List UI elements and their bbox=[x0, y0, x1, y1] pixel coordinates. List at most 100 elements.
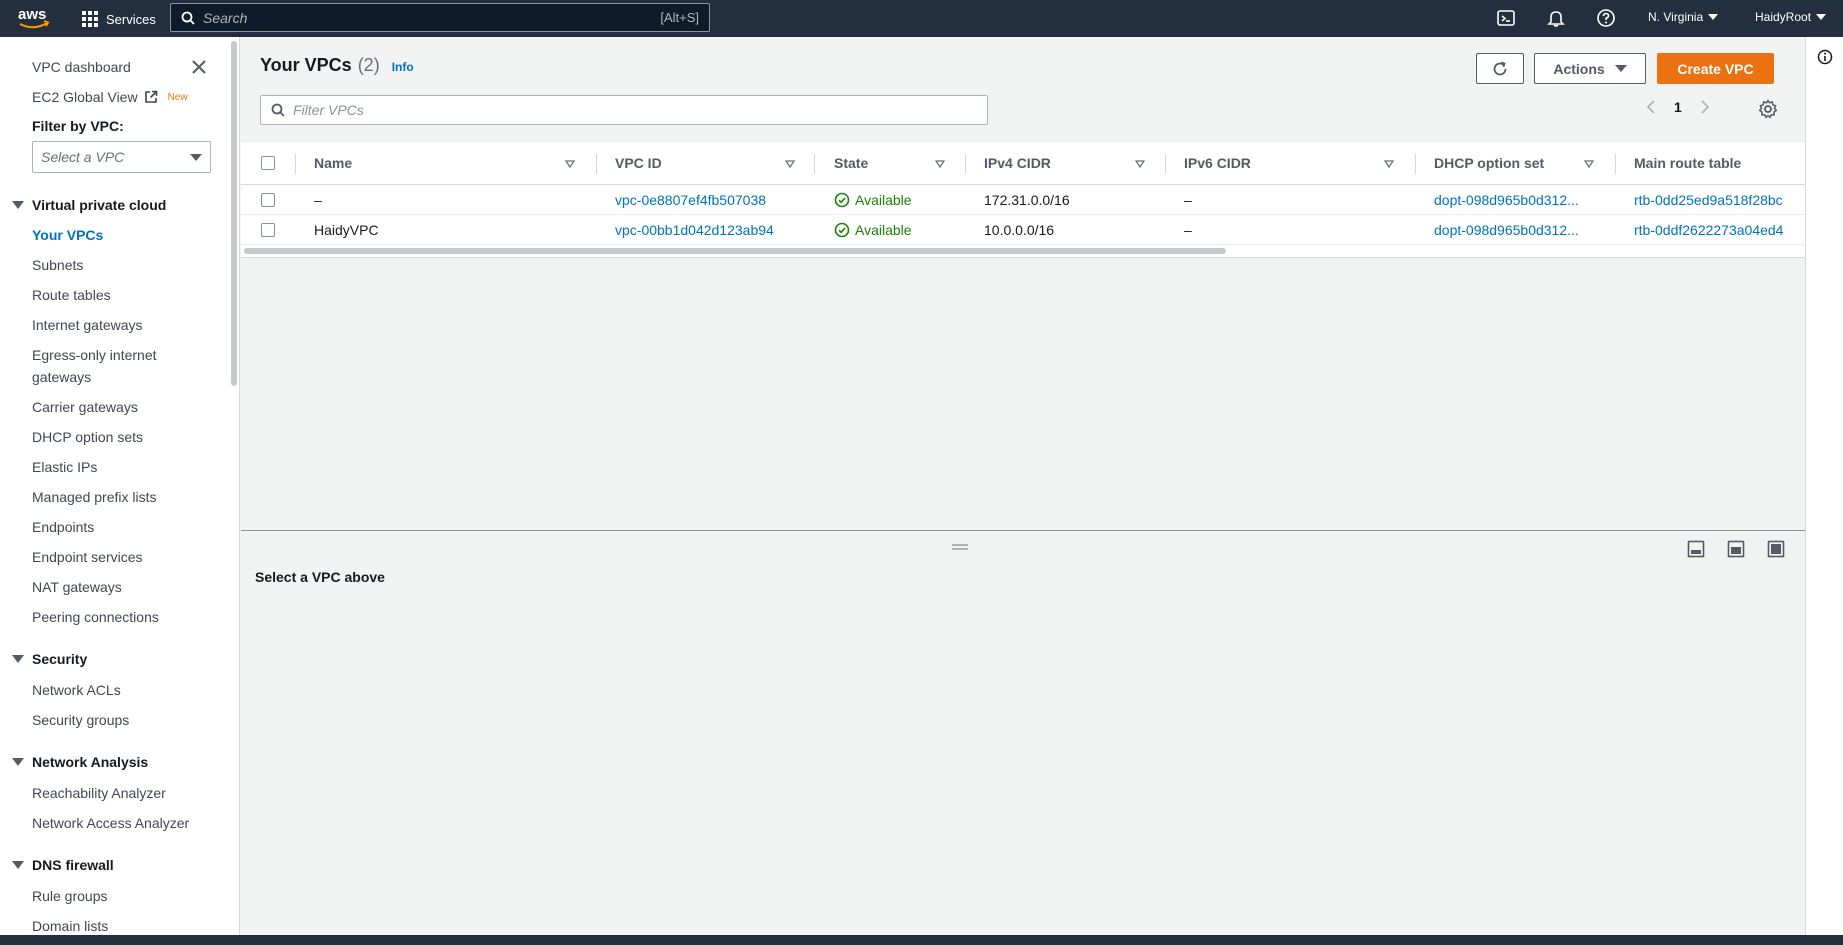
sort-icon[interactable] bbox=[1384, 160, 1394, 168]
vpc-count: (2) bbox=[357, 55, 380, 75]
sidebar-item-dhcp-option-sets[interactable]: DHCP option sets bbox=[32, 429, 143, 445]
column-header-state[interactable]: State bbox=[834, 142, 868, 184]
table-row[interactable]: HaidyVPC vpc-00bb1d042d123ab94 Available… bbox=[241, 215, 1805, 245]
table-row[interactable]: – vpc-0e8807ef4fb507038 Available 172.31… bbox=[241, 185, 1805, 215]
column-divider bbox=[596, 154, 597, 174]
row-checkbox[interactable] bbox=[261, 192, 275, 207]
caret-down-icon bbox=[12, 655, 24, 663]
sort-icon[interactable] bbox=[785, 160, 795, 168]
global-search[interactable]: [Alt+S] bbox=[170, 3, 710, 32]
column-header-main-route-table[interactable]: Main route table bbox=[1634, 142, 1741, 184]
sidebar-item-reachability-analyzer[interactable]: Reachability Analyzer bbox=[32, 785, 166, 801]
panel-bottom-icon[interactable] bbox=[1687, 540, 1705, 558]
sidebar-item-nat-gateways[interactable]: NAT gateways bbox=[32, 579, 122, 595]
help-icon[interactable] bbox=[1596, 8, 1616, 28]
sidebar-item-managed-prefix-lists[interactable]: Managed prefix lists bbox=[32, 489, 157, 505]
sidebar-item-your-vpcs[interactable]: Your VPCs bbox=[32, 227, 103, 243]
column-divider bbox=[965, 154, 966, 174]
section-dns-firewall[interactable]: DNS firewall bbox=[12, 857, 114, 873]
cloudshell-icon[interactable] bbox=[1496, 8, 1516, 28]
column-header-dhcp-option-set[interactable]: DHCP option set bbox=[1434, 142, 1544, 184]
panel-side-icon[interactable] bbox=[1727, 540, 1745, 558]
chevron-left-icon[interactable] bbox=[1646, 100, 1656, 114]
search-shortcut: [Alt+S] bbox=[660, 10, 699, 25]
gear-icon[interactable] bbox=[1758, 99, 1780, 121]
top-navigation: aws Services [Alt+S] N. Virginia bbox=[0, 0, 1843, 37]
state-label: Available bbox=[855, 191, 912, 208]
caret-down-icon bbox=[12, 758, 24, 766]
search-icon bbox=[181, 11, 195, 25]
sort-icon[interactable] bbox=[1584, 160, 1594, 168]
vpc-filter-input[interactable] bbox=[293, 102, 977, 118]
account-menu[interactable]: HaidyRoot bbox=[1755, 10, 1827, 24]
info-icon[interactable] bbox=[1817, 49, 1833, 65]
sidebar-item-vpc-dashboard[interactable]: VPC dashboard bbox=[32, 59, 131, 75]
column-header-ipv4-cidr[interactable]: IPv4 CIDR bbox=[984, 142, 1051, 184]
page-number[interactable]: 1 bbox=[1674, 99, 1682, 115]
sidebar-item-peering-connections[interactable]: Peering connections bbox=[32, 609, 159, 625]
pagination: 1 bbox=[1646, 99, 1710, 115]
page-header: Your VPCs (2) Info bbox=[260, 55, 414, 76]
services-menu[interactable]: Services bbox=[82, 7, 156, 31]
sidebar-item-carrier-gateways[interactable]: Carrier gateways bbox=[32, 399, 138, 415]
cell-main-route-table-link[interactable]: rtb-0dd25ed9a518f28bc bbox=[1634, 185, 1783, 214]
info-link[interactable]: Info bbox=[392, 60, 414, 74]
sort-icon[interactable] bbox=[935, 160, 945, 168]
actions-button[interactable]: Actions bbox=[1534, 53, 1646, 84]
close-icon[interactable] bbox=[191, 59, 207, 75]
external-link-icon bbox=[144, 90, 158, 104]
panel-fullscreen-icon[interactable] bbox=[1767, 540, 1785, 558]
sort-icon[interactable] bbox=[565, 160, 575, 168]
caret-down-icon bbox=[12, 861, 24, 869]
sidebar-item-route-tables[interactable]: Route tables bbox=[32, 287, 111, 303]
caret-down-icon bbox=[1708, 14, 1719, 20]
row-checkbox[interactable] bbox=[261, 222, 275, 237]
select-all-checkbox[interactable] bbox=[261, 156, 275, 170]
aws-logo[interactable]: aws bbox=[17, 5, 51, 31]
section-virtual-private-cloud[interactable]: Virtual private cloud bbox=[12, 197, 166, 213]
sort-icon[interactable] bbox=[1135, 160, 1145, 168]
sidebar-item-network-access-analyzer[interactable]: Network Access Analyzer bbox=[32, 815, 189, 831]
sidebar-item-security-groups[interactable]: Security groups bbox=[32, 712, 129, 728]
search-input[interactable] bbox=[203, 9, 661, 26]
actions-label: Actions bbox=[1553, 60, 1605, 77]
vpc-filter[interactable] bbox=[260, 95, 988, 125]
cell-main-route-table-link[interactable]: rtb-0ddf2622273a04ed4 bbox=[1634, 215, 1783, 244]
sidebar-item-rule-groups[interactable]: Rule groups bbox=[32, 888, 108, 904]
section-security[interactable]: Security bbox=[12, 651, 87, 667]
row-select-cell bbox=[261, 215, 275, 244]
resize-handle-icon[interactable] bbox=[952, 543, 968, 551]
sidebar-item-internet-gateways[interactable]: Internet gateways bbox=[32, 317, 143, 333]
check-circle-icon bbox=[834, 192, 850, 208]
chevron-right-icon[interactable] bbox=[1700, 100, 1710, 114]
split-panel-message: Select a VPC above bbox=[255, 569, 385, 585]
vpc-filter-select[interactable]: Select a VPC bbox=[32, 141, 211, 173]
sidebar-item-subnets[interactable]: Subnets bbox=[32, 257, 83, 273]
sidebar-item-elastic-ips[interactable]: Elastic IPs bbox=[32, 459, 97, 475]
table-horizontal-scrollbar[interactable] bbox=[244, 248, 1226, 254]
sidebar-item-endpoint-services[interactable]: Endpoint services bbox=[32, 549, 143, 565]
svg-text:aws: aws bbox=[18, 6, 46, 23]
cell-vpc-id-link[interactable]: vpc-0e8807ef4fb507038 bbox=[615, 185, 766, 214]
column-header-name[interactable]: Name bbox=[314, 142, 352, 184]
region-selector[interactable]: N. Virginia bbox=[1648, 10, 1719, 24]
sidebar-item-ec2-global-view[interactable]: EC2 Global View New bbox=[32, 89, 188, 105]
section-network-analysis[interactable]: Network Analysis bbox=[12, 754, 148, 770]
create-vpc-button[interactable]: Create VPC bbox=[1657, 53, 1774, 84]
sidebar-item-network-acls[interactable]: Network ACLs bbox=[32, 682, 121, 698]
column-header-ipv6-cidr[interactable]: IPv6 CIDR bbox=[1184, 142, 1251, 184]
refresh-button[interactable] bbox=[1476, 53, 1524, 84]
sidebar-item-domain-lists[interactable]: Domain lists bbox=[32, 918, 108, 934]
caret-down-icon bbox=[12, 201, 24, 209]
cell-dhcp-option-set-link[interactable]: dopt-098d965b0d312... bbox=[1434, 185, 1579, 214]
cell-dhcp-option-set-link[interactable]: dopt-098d965b0d312... bbox=[1434, 215, 1579, 244]
sidebar-item-egress-only-internet-gateways-line2[interactable]: gateways bbox=[32, 369, 91, 385]
sidebar-scrollbar[interactable] bbox=[231, 41, 237, 386]
table-header: Name VPC ID State IPv4 CIDR IPv6 CIDR DH… bbox=[241, 142, 1805, 185]
refresh-icon bbox=[1491, 60, 1509, 78]
column-header-vpc-id[interactable]: VPC ID bbox=[615, 142, 662, 184]
sidebar-item-endpoints[interactable]: Endpoints bbox=[32, 519, 94, 535]
bell-icon[interactable] bbox=[1546, 8, 1566, 28]
cell-vpc-id-link[interactable]: vpc-00bb1d042d123ab94 bbox=[615, 215, 774, 244]
sidebar-item-egress-only-internet-gateways[interactable]: Egress-only internet bbox=[32, 347, 157, 363]
